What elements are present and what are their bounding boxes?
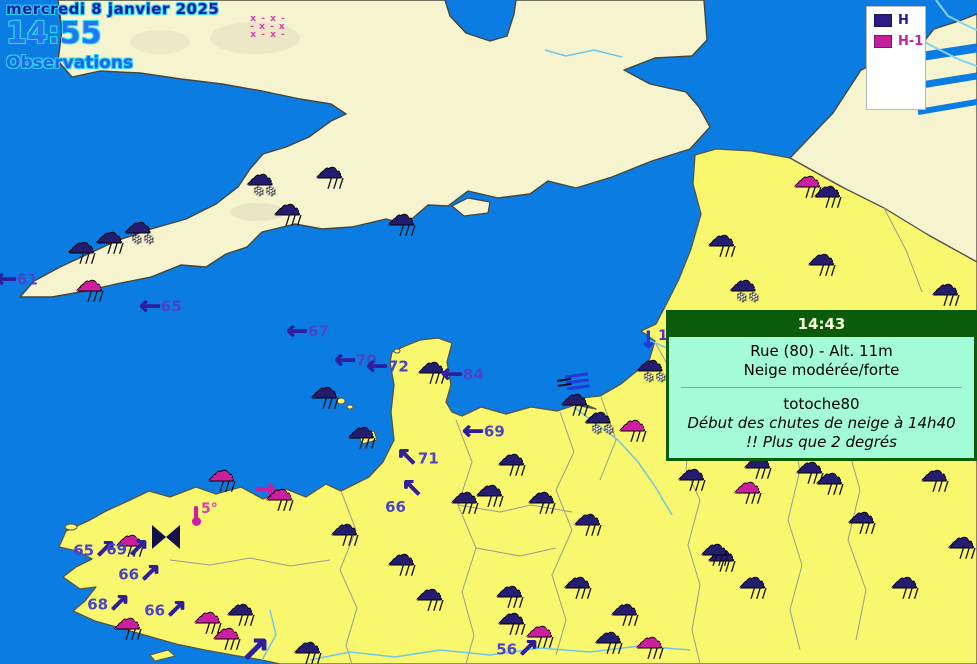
- wind-speed-value: 61: [16, 270, 38, 289]
- wind-arrow[interactable]: 61: [0, 266, 38, 292]
- snow-cloud-icon[interactable]: [584, 405, 616, 436]
- rain-cloud-icon[interactable]: [700, 537, 729, 568]
- rain-cloud-icon[interactable]: [707, 228, 736, 259]
- wind-arrow[interactable]: 70: [334, 347, 377, 373]
- tooltip-divider: [681, 387, 962, 388]
- rain-cloud-icon[interactable]: [315, 160, 344, 191]
- wind-arrow[interactable]: 67: [286, 318, 329, 344]
- snow-cloud-icon[interactable]: [124, 215, 156, 246]
- wind-arrow[interactable]: 68: [87, 591, 130, 617]
- rain-cloud-icon[interactable]: [847, 505, 876, 536]
- rain-cloud-icon[interactable]: [813, 179, 842, 210]
- rain-cloud-icon[interactable]: [95, 225, 124, 256]
- snow-cloud-icon[interactable]: [729, 273, 761, 304]
- wind-speed-value: 56: [496, 640, 518, 659]
- wind-barb-icon[interactable]: [563, 373, 593, 393]
- rain-cloud-icon[interactable]: [573, 507, 602, 538]
- tooltip-time: 14:43: [669, 313, 974, 337]
- tooltip-user: totoche80: [783, 395, 860, 413]
- wind-speed-value: 66: [144, 601, 166, 620]
- rain-cloud-icon[interactable]: [594, 625, 623, 656]
- wind-arrow[interactable]: 66: [144, 597, 187, 623]
- wind-speed-value: 67: [307, 322, 329, 341]
- wind-arrow[interactable]: 60: [240, 633, 270, 664]
- rain-cloud-icon[interactable]: [807, 247, 836, 278]
- wind-arrow[interactable]: 56: [496, 636, 539, 662]
- wind-speed-value: 65: [73, 541, 95, 560]
- rain-cloud-icon[interactable]: [635, 630, 664, 661]
- weather-observations-map: x - x - - x - x x - x -1°5°6165677072846…: [0, 0, 977, 664]
- time-label: 14:55: [6, 16, 102, 51]
- tooltip-body: Rue (80) - Alt. 11m Neige modérée/forte …: [669, 337, 974, 458]
- rain-cloud-icon[interactable]: [75, 273, 104, 304]
- storm-marker-icon[interactable]: [152, 525, 180, 549]
- wind-arrow[interactable]: 72: [366, 353, 409, 379]
- rain-cloud-icon[interactable]: [207, 463, 236, 494]
- rain-cloud-icon[interactable]: [738, 570, 767, 601]
- wind-arrow[interactable]: 69: [462, 418, 505, 444]
- rain-cloud-icon[interactable]: [931, 277, 960, 308]
- wind-speed-value: 66: [385, 497, 406, 516]
- wind-speed-value: 68: [87, 595, 109, 614]
- rain-cloud-icon[interactable]: [67, 235, 96, 266]
- tooltip-comment-2: !! Plus que 2 degrés: [746, 433, 897, 451]
- rain-cloud-icon[interactable]: [273, 197, 302, 228]
- rain-cloud-icon[interactable]: [310, 380, 339, 411]
- tooltip-condition: Neige modérée/forte: [743, 361, 900, 379]
- map-header: mercredi 8 janvier 2025 14:55 Observatio…: [6, 0, 219, 73]
- wind-arrow[interactable]: 84: [441, 361, 484, 387]
- rain-cloud-icon[interactable]: [293, 635, 322, 664]
- wind-arrow[interactable]: 66: [385, 476, 423, 514]
- rain-cloud-icon[interactable]: [920, 463, 949, 494]
- tooltip-comment-1: Début des chutes de neige à 14h40: [687, 414, 956, 432]
- rain-cloud-icon[interactable]: [890, 570, 919, 601]
- rain-cloud-icon[interactable]: [497, 606, 526, 637]
- rain-cloud-icon[interactable]: [815, 466, 844, 497]
- thermometer-icon[interactable]: 5°: [191, 502, 218, 526]
- light-snow-symbols-icon[interactable]: x - x - - x - x x - x -: [250, 15, 285, 40]
- temperature-value: 5°: [201, 501, 218, 517]
- rain-cloud-icon[interactable]: [212, 621, 241, 652]
- observation-tooltip: 14:43 Rue (80) - Alt. 11m Neige modérée/…: [666, 310, 977, 461]
- rain-cloud-icon[interactable]: [618, 413, 647, 444]
- rain-cloud-icon[interactable]: [527, 485, 556, 516]
- legend-swatch: [874, 35, 892, 48]
- wind-arrow[interactable]: 65: [139, 293, 182, 319]
- legend: H H-1: [866, 6, 926, 110]
- legend-label: H-1: [898, 34, 924, 49]
- wind-speed-value: 72: [387, 357, 409, 376]
- wind-speed-value: 84: [462, 365, 484, 384]
- legend-item: H-1: [874, 34, 925, 49]
- rain-cloud-icon[interactable]: [387, 207, 416, 238]
- wind-speed-value: 69: [106, 540, 128, 559]
- rain-cloud-icon[interactable]: [387, 547, 416, 578]
- rain-cloud-icon[interactable]: [475, 478, 504, 509]
- legend-items: H H-1: [874, 13, 925, 49]
- rain-cloud-icon[interactable]: [563, 570, 592, 601]
- wind-arrow[interactable]: [254, 476, 276, 502]
- wind-arrow[interactable]: 71: [396, 445, 439, 471]
- rain-cloud-icon[interactable]: [330, 517, 359, 548]
- rain-cloud-icon[interactable]: [415, 582, 444, 613]
- wind-arrow[interactable]: 66: [118, 561, 161, 587]
- rain-cloud-icon[interactable]: [677, 462, 706, 493]
- wind-speed-value: 71: [417, 449, 439, 468]
- rain-cloud-icon[interactable]: [947, 530, 976, 561]
- legend-swatch: [874, 14, 892, 27]
- wind-speed-value: 69: [483, 422, 505, 441]
- wind-speed-value: 66: [118, 565, 140, 584]
- rain-cloud-icon[interactable]: [347, 420, 376, 451]
- wind-speed-value: 65: [160, 297, 182, 316]
- legend-item: H: [874, 13, 925, 28]
- legend-label: H: [898, 13, 909, 28]
- observations-label[interactable]: Observations: [6, 53, 219, 73]
- snow-cloud-icon[interactable]: [636, 353, 668, 384]
- tooltip-station: Rue (80) - Alt. 11m: [750, 342, 893, 360]
